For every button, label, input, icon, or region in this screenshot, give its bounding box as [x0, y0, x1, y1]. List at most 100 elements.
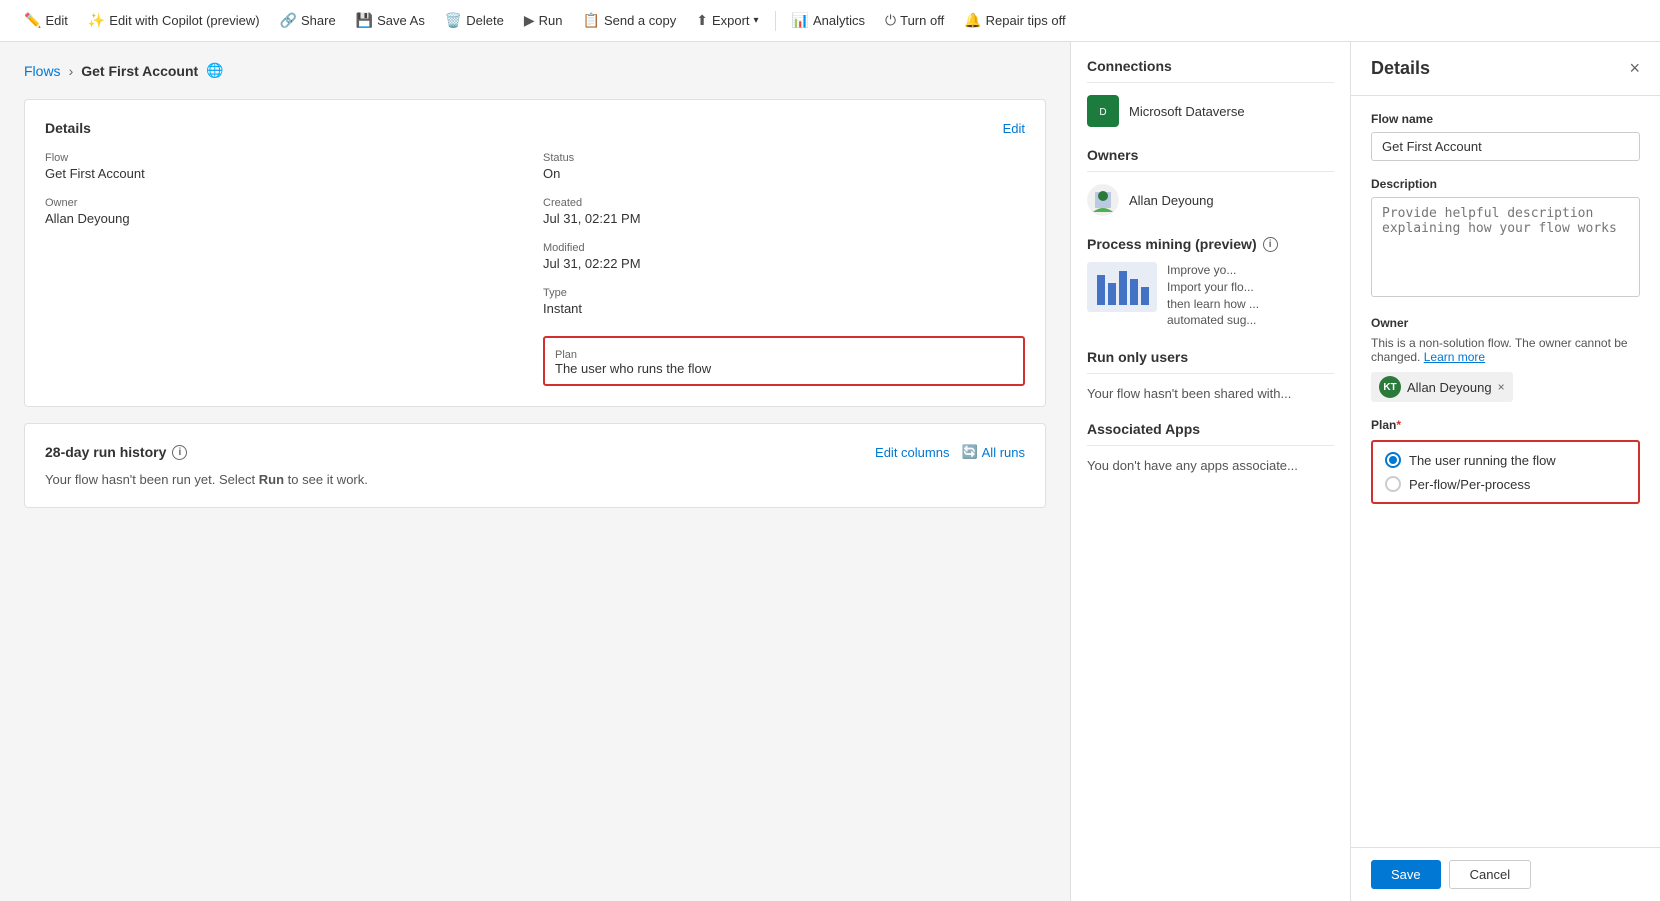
- turn-off-button[interactable]: ⏻ Turn off: [877, 8, 952, 33]
- owner-field-label: Owner: [1371, 316, 1640, 330]
- detail-type: Type Instant: [543, 287, 1025, 316]
- save-button[interactable]: Save: [1371, 860, 1441, 889]
- export-button[interactable]: ⬆ Export ▾: [688, 8, 766, 33]
- run-only-users-title: Run only users: [1087, 349, 1334, 374]
- detail-created: Created Jul 31, 02:21 PM: [543, 197, 1025, 226]
- cancel-button[interactable]: Cancel: [1449, 860, 1531, 889]
- all-runs-button[interactable]: 🔄 All runs: [961, 444, 1025, 460]
- details-panel-footer: Save Cancel: [1351, 847, 1660, 901]
- close-panel-button[interactable]: ×: [1629, 58, 1640, 79]
- analytics-button[interactable]: 📊 Analytics: [784, 8, 873, 33]
- description-field-group: Description: [1371, 177, 1640, 300]
- description-textarea[interactable]: [1371, 197, 1640, 297]
- process-mining-section: Process mining (preview) i Improve yo...: [1087, 236, 1334, 329]
- share-icon: 🔗: [280, 12, 297, 29]
- send-copy-button[interactable]: 📋 Send a copy: [575, 8, 685, 33]
- detail-left-section: Flow Get First Account Owner Allan Deyou…: [45, 152, 527, 386]
- process-mining-text: Improve yo... Import your flo... then le…: [1167, 262, 1259, 329]
- delete-icon: 🗑️: [445, 12, 462, 29]
- detail-modified: Modified Jul 31, 02:22 PM: [543, 242, 1025, 271]
- detail-owner: Owner Allan Deyoung: [45, 197, 527, 226]
- delete-button[interactable]: 🗑️ Delete: [437, 8, 512, 33]
- export-chevron-icon: ▾: [754, 15, 759, 26]
- run-icon: ▶: [524, 12, 535, 29]
- flow-value: Get First Account: [45, 166, 527, 181]
- analytics-icon: 📊: [792, 12, 809, 29]
- plan-field-label: Plan*: [1371, 418, 1640, 432]
- edit-columns-button[interactable]: Edit columns: [875, 444, 949, 460]
- owner-value: Allan Deyoung: [45, 211, 527, 226]
- process-mining-info-icon[interactable]: i: [1263, 237, 1278, 252]
- plan-radio-user[interactable]: [1385, 452, 1401, 468]
- run-button[interactable]: ▶ Run: [516, 8, 571, 33]
- type-value: Instant: [543, 301, 1025, 316]
- owner-tag: KT Allan Deyoung ×: [1371, 372, 1513, 402]
- run-only-users-text: Your flow hasn't been shared with...: [1087, 386, 1291, 401]
- status-value: On: [543, 166, 1025, 181]
- plan-radio-per-flow[interactable]: [1385, 476, 1401, 492]
- turn-off-icon: ⏻: [885, 12, 896, 29]
- details-side-panel: Details × Flow name Description Owner Th…: [1350, 42, 1660, 901]
- breadcrumb-globe-icon: 🌐: [206, 62, 223, 79]
- associated-apps-title: Associated Apps: [1087, 421, 1334, 446]
- details-card-header: Details Edit: [45, 120, 1025, 136]
- connections-section: Connections D Microsoft Dataverse: [1087, 58, 1334, 127]
- edit-button[interactable]: ✏️ Edit: [16, 8, 76, 33]
- main-wrapper: Flows › Get First Account 🌐 Details Edit…: [0, 42, 1660, 901]
- process-mining-preview: Improve yo... Import your flo... then le…: [1087, 262, 1334, 329]
- breadcrumb-parent[interactable]: Flows: [24, 63, 61, 79]
- process-mining-title: Process mining (preview) i: [1087, 236, 1334, 252]
- learn-more-link[interactable]: Learn more: [1424, 350, 1485, 364]
- plan-option-user-label: The user running the flow: [1409, 453, 1556, 468]
- owner-info-text: This is a non-solution flow. The owner c…: [1371, 336, 1640, 364]
- svg-text:D: D: [1099, 107, 1106, 118]
- details-panel-header: Details ×: [1351, 42, 1660, 96]
- created-label: Created: [543, 197, 1025, 209]
- dataverse-icon: D: [1087, 95, 1119, 127]
- plan-option-per-flow-label: Per-flow/Per-process: [1409, 477, 1530, 492]
- copilot-icon: ✨: [88, 12, 105, 29]
- breadcrumb-separator: ›: [69, 63, 74, 79]
- toolbar: ✏️ Edit ✨ Edit with Copilot (preview) 🔗 …: [0, 0, 1660, 42]
- status-label: Status: [543, 152, 1025, 164]
- save-as-button[interactable]: 💾 Save As: [348, 8, 433, 33]
- plan-highlight-box: Plan The user who runs the flow: [543, 336, 1025, 386]
- run-history-actions: Edit columns 🔄 All runs: [875, 444, 1025, 460]
- owner-name: Allan Deyoung: [1129, 193, 1214, 208]
- owner-tag-avatar: KT: [1379, 376, 1401, 398]
- owner-tag-remove-button[interactable]: ×: [1498, 380, 1505, 394]
- process-mining-image: [1087, 262, 1157, 312]
- flow-label: Flow: [45, 152, 527, 164]
- details-edit-button[interactable]: Edit: [1003, 121, 1025, 136]
- run-history-card: 28-day run history i Edit columns 🔄 All …: [24, 423, 1046, 508]
- details-grid: Flow Get First Account Owner Allan Deyou…: [45, 152, 1025, 386]
- run-history-info-icon[interactable]: i: [172, 445, 187, 460]
- plan-option-user[interactable]: The user running the flow: [1385, 452, 1626, 468]
- associated-apps-text: You don't have any apps associate...: [1087, 458, 1298, 473]
- breadcrumb-current: Get First Account: [81, 63, 198, 79]
- send-copy-icon: 📋: [583, 12, 600, 29]
- owner-field-group: Owner This is a non-solution flow. The o…: [1371, 316, 1640, 402]
- created-value: Jul 31, 02:21 PM: [543, 211, 1025, 226]
- flow-name-field-group: Flow name: [1371, 112, 1640, 161]
- edit-copilot-button[interactable]: ✨ Edit with Copilot (preview): [80, 8, 268, 33]
- share-button[interactable]: 🔗 Share: [272, 8, 344, 33]
- right-panel: Connections D Microsoft Dataverse Owners: [1070, 42, 1350, 901]
- plan-field-group: Plan* The user running the flow Per-flow…: [1371, 418, 1640, 504]
- plan-options-box: The user running the flow Per-flow/Per-p…: [1371, 440, 1640, 504]
- detail-status: Status On: [543, 152, 1025, 181]
- repair-tips-button[interactable]: 🔔 Repair tips off: [956, 8, 1073, 33]
- modified-label: Modified: [543, 242, 1025, 254]
- breadcrumb: Flows › Get First Account 🌐: [24, 62, 1046, 79]
- details-panel-title: Details: [1371, 58, 1430, 79]
- flow-name-input[interactable]: [1371, 132, 1640, 161]
- edit-icon: ✏️: [24, 12, 41, 29]
- export-icon: ⬆: [696, 12, 708, 29]
- refresh-icon: 🔄: [961, 444, 977, 460]
- detail-flow: Flow Get First Account: [45, 152, 527, 181]
- modified-value: Jul 31, 02:22 PM: [543, 256, 1025, 271]
- plan-option-per-flow[interactable]: Per-flow/Per-process: [1385, 476, 1626, 492]
- save-as-icon: 💾: [356, 12, 373, 29]
- owners-section: Owners Allan Deyoung: [1087, 147, 1334, 216]
- details-panel-body: Flow name Description Owner This is a no…: [1351, 96, 1660, 847]
